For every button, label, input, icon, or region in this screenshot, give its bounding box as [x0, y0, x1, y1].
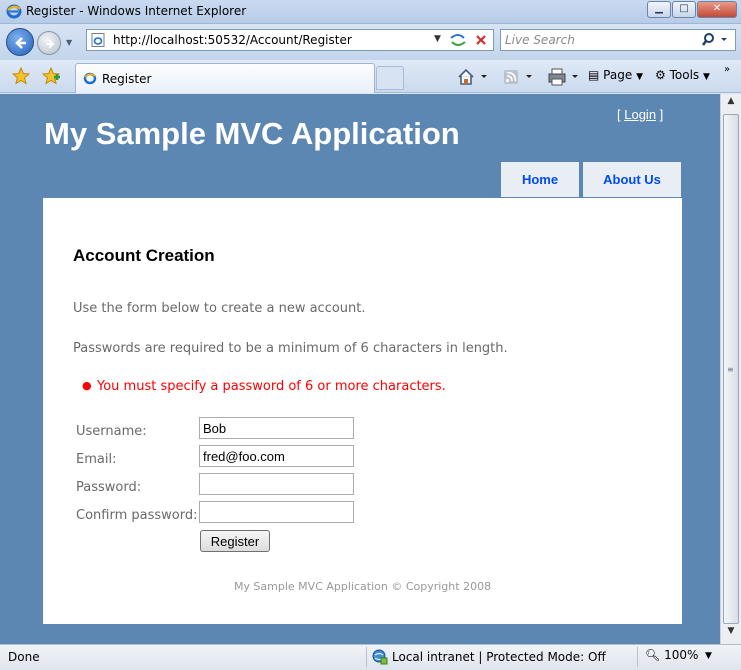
close-icon: ✕ — [712, 3, 722, 14]
status-bar: Done Local intranet | Protected Mode: Of… — [0, 644, 741, 670]
validation-error-text: You must specify a password of 6 or more… — [97, 379, 446, 394]
vertical-scrollbar[interactable]: ▲ ≡ ▼ — [720, 94, 741, 644]
home-icon[interactable] — [457, 68, 489, 86]
gear-icon: ⚙ — [655, 68, 666, 82]
minimize-button[interactable]: ▁ — [647, 1, 671, 18]
new-tab-button[interactable] — [376, 66, 404, 90]
favorites-star-icon[interactable] — [12, 67, 30, 85]
window-title-bar: Register - Windows Internet Explorer ▁ □… — [0, 0, 741, 24]
search-icon[interactable] — [701, 32, 731, 48]
confirm-password-label: Confirm password: — [76, 508, 198, 523]
register-button[interactable]: Register — [200, 530, 270, 552]
zoom-level: 100% — [664, 648, 699, 662]
search-input[interactable]: Live Search — [505, 33, 575, 47]
bullet-icon: ● — [82, 379, 92, 392]
add-favorite-icon[interactable] — [42, 67, 60, 85]
forward-button[interactable] — [37, 31, 61, 55]
close-button[interactable]: ✕ — [697, 1, 737, 18]
scroll-thumb[interactable]: ≡ — [723, 114, 739, 624]
forward-arrow-icon — [46, 39, 55, 49]
status-divider — [637, 647, 638, 667]
grip-icon: ≡ — [727, 365, 734, 374]
recent-pages-dropdown-icon[interactable]: ▼ — [66, 38, 72, 47]
feeds-icon[interactable] — [502, 68, 534, 86]
scroll-down-icon[interactable]: ▼ — [723, 626, 739, 642]
validation-error: ● You must specify a password of 6 or mo… — [82, 379, 446, 394]
login-display: [ Login ] — [617, 107, 663, 122]
zoom-icon: 🔍︎ — [645, 648, 661, 662]
address-input[interactable]: http://localhost:50532/Account/Register — [113, 33, 352, 47]
email-input[interactable] — [199, 445, 354, 467]
minimize-icon: ▁ — [655, 3, 663, 14]
login-bracket-close: ] — [656, 107, 664, 122]
ie-logo-icon — [6, 4, 22, 19]
tab-bar: Register ▤ Page ▼ ⚙ Tools ▼ » — [0, 60, 741, 93]
security-zone-text: Local intranet | Protected Mode: Off — [392, 650, 606, 664]
back-button[interactable] — [6, 28, 34, 56]
menu-about-link[interactable]: About Us — [583, 162, 681, 197]
chevron-down-icon: ▼ — [702, 72, 710, 82]
maximize-icon: □ — [679, 3, 689, 14]
address-bar[interactable]: http://localhost:50532/Account/Register … — [86, 29, 494, 51]
password-label: Password: — [76, 480, 142, 495]
status-text: Done — [8, 650, 40, 664]
more-commands-icon[interactable]: » — [724, 64, 730, 75]
stop-icon[interactable] — [472, 31, 490, 49]
chevron-down-icon: ▼ — [636, 72, 643, 82]
menu-home-link[interactable]: Home — [501, 162, 579, 197]
navigation-bar: ▼ http://localhost:50532/Account/Registe… — [0, 24, 741, 60]
intro-text: Use the form below to create a new accou… — [73, 301, 366, 316]
page-menu-label: Page — [603, 68, 633, 82]
window-title: Register - Windows Internet Explorer — [26, 4, 247, 18]
confirm-password-input[interactable] — [199, 501, 354, 523]
page-icon — [91, 33, 105, 47]
password-input[interactable] — [199, 473, 354, 495]
email-label: Email: — [76, 452, 117, 467]
username-label: Username: — [76, 424, 147, 439]
tools-menu-button[interactable]: ⚙ Tools ▼ — [655, 68, 710, 82]
page-heading: Account Creation — [73, 246, 215, 265]
ie-page-icon — [83, 72, 97, 85]
back-arrow-icon — [15, 37, 26, 49]
tab-label: Register — [102, 72, 152, 86]
login-link[interactable]: Login — [624, 107, 656, 122]
site-title: My Sample MVC Application — [44, 116, 460, 151]
tab-register[interactable]: Register — [75, 63, 375, 93]
refresh-icon[interactable] — [447, 31, 469, 49]
tools-menu-label: Tools — [669, 68, 700, 82]
page-menu-button[interactable]: ▤ Page ▼ — [588, 68, 643, 82]
main-content: Account Creation Use the form below to c… — [43, 198, 682, 624]
password-note: Passwords are required to be a minimum o… — [73, 341, 508, 356]
web-page: My Sample MVC Application [ Login ] Home… — [0, 94, 720, 644]
footer-text: My Sample MVC Application © Copyright 20… — [233, 580, 492, 593]
print-icon[interactable] — [548, 68, 580, 86]
username-input[interactable] — [199, 417, 354, 439]
maximize-button[interactable]: □ — [672, 1, 696, 18]
address-dropdown-icon[interactable]: ▼ — [434, 34, 441, 44]
search-box[interactable]: Live Search — [500, 29, 736, 51]
intranet-zone-icon[interactable] — [372, 649, 388, 665]
page-icon: ▤ — [588, 68, 600, 82]
zoom-button[interactable]: 🔍︎ 100% — [645, 648, 698, 662]
scroll-up-icon[interactable]: ▲ — [723, 96, 739, 112]
zoom-dropdown-icon[interactable]: ▼ — [705, 651, 712, 661]
status-divider — [366, 647, 367, 667]
